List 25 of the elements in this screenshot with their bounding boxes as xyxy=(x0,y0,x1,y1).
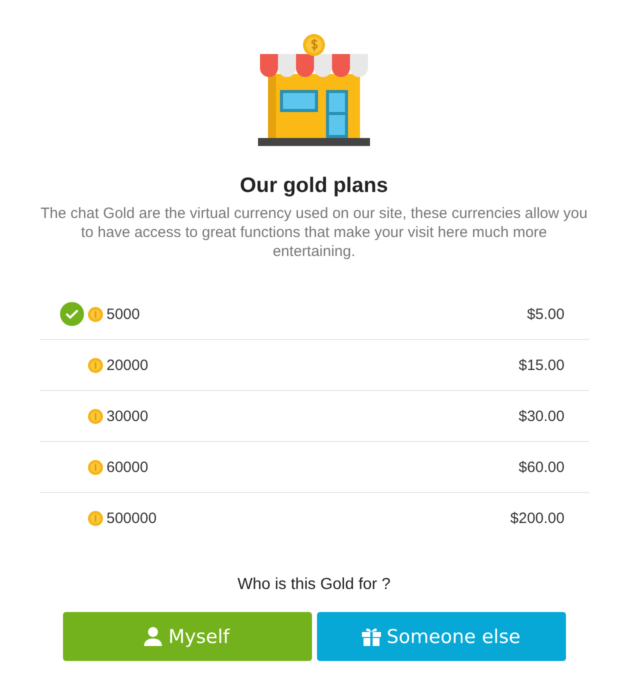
coin-icon xyxy=(88,408,102,424)
coin-amount: 500000 xyxy=(106,510,157,526)
plan-price: $30.00 xyxy=(518,408,564,424)
heading: Our gold plans xyxy=(240,174,388,198)
coin-icon xyxy=(88,306,102,322)
coin-amount: 30000 xyxy=(106,408,148,424)
coin-amount: 20000 xyxy=(106,356,148,374)
user-icon xyxy=(144,627,162,646)
coin-amount: 5000 xyxy=(106,306,140,322)
plan-row[interactable]: 500000 $200.00 xyxy=(40,493,588,544)
plan-price: $60.00 xyxy=(518,458,564,476)
question-text: Who is this Gold for ? xyxy=(238,576,390,594)
coin-icon xyxy=(88,358,102,372)
plan-price: $15.00 xyxy=(518,356,564,374)
plan-row[interactable]: 60000 $60.00 xyxy=(40,442,588,493)
gift-icon xyxy=(362,627,381,646)
plan-row[interactable]: 5000 $5.00 xyxy=(40,289,588,340)
coin-icon xyxy=(88,460,102,474)
plan-price: $200.00 xyxy=(510,510,564,526)
plan-price: $5.00 xyxy=(526,306,564,322)
coin-amount: 60000 xyxy=(106,458,148,476)
plan-row[interactable]: 30000 $30.00 xyxy=(40,391,588,442)
plan-row[interactable]: 20000 $15.00 xyxy=(40,340,588,391)
coin-icon xyxy=(88,510,102,526)
description: The chat Gold are the virtual currency used on our site, these currencies allow you to have access to great functions that make your visit here much more entertaining. xyxy=(40,204,588,261)
